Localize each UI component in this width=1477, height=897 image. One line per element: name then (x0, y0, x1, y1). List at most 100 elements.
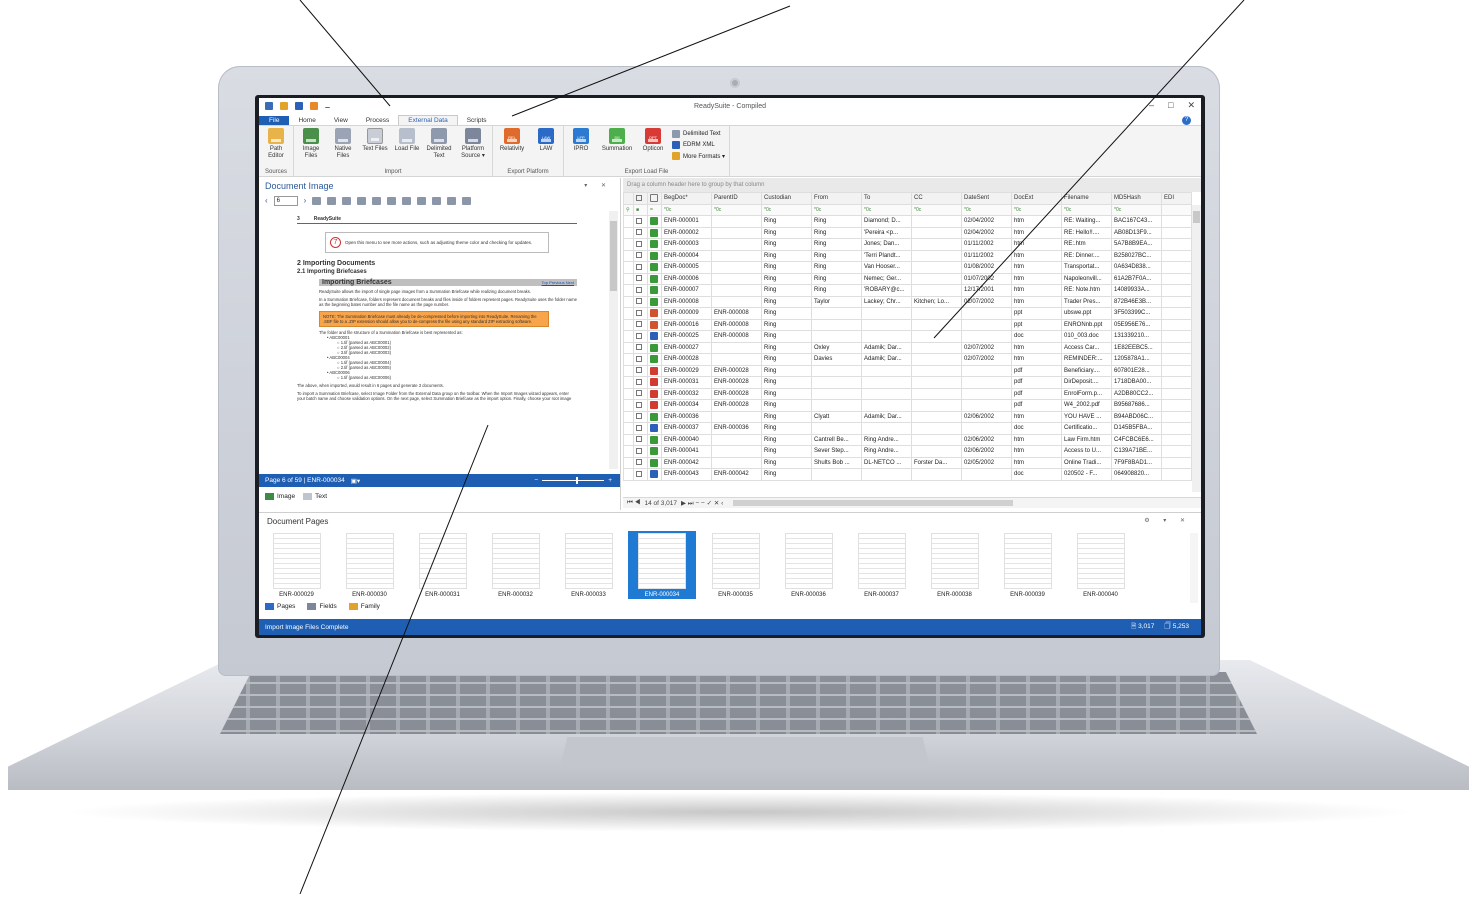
row-checkbox[interactable] (636, 240, 642, 247)
table-cell[interactable]: C4FCBC6E6... (1111, 433, 1162, 446)
table-cell[interactable]: Ring (761, 445, 812, 458)
table-row[interactable]: ENR-000042 Ring Shults Bob ... DL-NETCO ...… (623, 456, 1192, 469)
table-cell[interactable]: htm (1011, 226, 1062, 239)
table-cell[interactable] (1161, 353, 1192, 366)
table-cell[interactable]: ENR-000027 (661, 341, 712, 354)
table-cell[interactable]: Law Firm.htm (1061, 433, 1112, 446)
nav-next-last[interactable]: ▶ ⏭ − − ✓ ✕ ‹ (681, 499, 723, 508)
table-row[interactable]: ENR-000029 ENR-000028 Ring pdf Beneficiary..… (623, 364, 1192, 377)
table-cell[interactable]: 064908820... (1111, 468, 1162, 481)
table-row[interactable]: ENR-000008 Ring Taylor Lackey; Chr... Kitche… (623, 295, 1192, 308)
table-cell[interactable]: DirDeposit.... (1061, 376, 1112, 389)
row-checkbox[interactable] (636, 401, 642, 408)
table-cell[interactable]: doc (1011, 330, 1062, 343)
table-cell[interactable]: 14089933A... (1111, 284, 1162, 297)
table-cell[interactable]: 12/17/2001 (961, 284, 1012, 297)
row-checkbox-cell[interactable] (633, 238, 648, 251)
table-cell[interactable]: Nemec; Ger... (861, 272, 912, 285)
text-files-button[interactable]: Text Files (362, 128, 388, 169)
filter-cell[interactable]: *0c (711, 203, 762, 216)
table-cell[interactable] (1161, 307, 1192, 320)
table-cell[interactable]: ENR-000040 (661, 433, 712, 446)
copy-icon[interactable]: ▣▾ (351, 477, 360, 485)
table-cell[interactable]: Ring (761, 468, 812, 481)
table-cell[interactable]: RE: Waiting... (1061, 215, 1112, 228)
table-cell[interactable] (711, 456, 762, 469)
tab-pages[interactable]: Pages (265, 603, 295, 610)
select-all-checkbox[interactable] (636, 194, 642, 201)
row-checkbox-cell[interactable] (633, 353, 648, 366)
table-cell[interactable]: 02/06/2002 (961, 433, 1012, 446)
row-checkbox[interactable] (636, 470, 642, 477)
zoom-slider[interactable]: − + (534, 477, 612, 484)
close-button[interactable]: ✕ (1187, 100, 1195, 111)
table-cell[interactable] (711, 353, 762, 366)
table-cell[interactable]: 05E956E76... (1111, 318, 1162, 331)
table-cell[interactable]: 1E82EEBC5... (1111, 341, 1162, 354)
table-cell[interactable] (911, 410, 962, 423)
row-checkbox-cell[interactable] (633, 249, 648, 262)
table-cell[interactable]: 'Terri Plandt... (861, 249, 912, 262)
table-cell[interactable]: ppt (1011, 318, 1062, 331)
document-image-view[interactable]: 3 ReadySuite 7 Open this menu to see mor… (261, 211, 606, 469)
table-cell[interactable]: ENR-000009 (661, 307, 712, 320)
table-cell[interactable]: 02/07/2002 (961, 353, 1012, 366)
help-icon[interactable]: ? (1182, 116, 1191, 125)
table-cell[interactable]: ENR-000005 (661, 261, 712, 274)
filter-cell[interactable]: *0c (861, 203, 912, 216)
group-by-bar[interactable]: Drag a column header here to group by th… (623, 178, 1201, 192)
table-cell[interactable] (1161, 272, 1192, 285)
summation-button[interactable]: DII Summation (600, 128, 634, 169)
table-cell[interactable] (711, 238, 762, 251)
table-cell[interactable]: Ring Andre... (861, 445, 912, 458)
table-cell[interactable]: 607801E28... (1111, 364, 1162, 377)
table-cell[interactable]: Kitchen; Lo... (911, 295, 962, 308)
table-row[interactable]: ENR-000001 Ring Ring Diamond; D... 02/04/200… (623, 215, 1192, 228)
table-cell[interactable] (1161, 295, 1192, 308)
filter-cell[interactable]: *0c (761, 203, 812, 216)
row-checkbox-cell[interactable] (633, 433, 648, 446)
image-files-button[interactable]: Image Files (298, 128, 324, 169)
table-cell[interactable] (911, 399, 962, 412)
table-cell[interactable] (1161, 433, 1192, 446)
table-cell[interactable]: Ring (761, 410, 812, 423)
table-cell[interactable]: ENR-000028 (711, 399, 762, 412)
table-cell[interactable]: htm (1011, 410, 1062, 423)
table-cell[interactable]: pdf (1011, 399, 1062, 412)
fit-width-icon[interactable] (387, 196, 397, 205)
page-thumbnail[interactable]: ENR-000038 (927, 533, 982, 599)
table-cell[interactable]: D145B5FBA... (1111, 422, 1162, 435)
table-cell[interactable] (711, 433, 762, 446)
table-cell[interactable]: 3F503399C... (1111, 307, 1162, 320)
pages-pane-controls[interactable]: ⚙ ▾ ✕ (1144, 517, 1191, 529)
grid-scroll-thumb[interactable] (1193, 211, 1200, 223)
table-cell[interactable] (711, 261, 762, 274)
relativity-button[interactable]: REL Relativity (497, 128, 527, 169)
filter-cell[interactable]: *0c (911, 203, 962, 216)
page-thumbnail[interactable]: ENR-000032 (488, 533, 543, 599)
table-row[interactable]: ENR-000041 Ring Sever Step... Ring Andre...… (623, 445, 1192, 458)
table-cell[interactable] (711, 249, 762, 262)
table-cell[interactable]: ENR-000008 (711, 307, 762, 320)
table-cell[interactable]: Oxley (811, 341, 862, 354)
table-row[interactable]: ENR-000016 ENR-000008 Ring ppt ENRONnb.ppt 05… (623, 318, 1192, 331)
table-cell[interactable]: Ring (761, 249, 812, 262)
filter-cell[interactable]: *0c (1111, 203, 1162, 216)
table-cell[interactable] (961, 387, 1012, 400)
table-cell[interactable]: 1205878A1... (1111, 353, 1162, 366)
table-cell[interactable]: DL-NETCO ... (861, 456, 912, 469)
table-cell[interactable] (811, 399, 862, 412)
table-cell[interactable]: ENR-000034 (661, 399, 712, 412)
table-cell[interactable]: Adamik; Dar... (861, 410, 912, 423)
table-cell[interactable]: 010_003.doc (1061, 330, 1112, 343)
table-cell[interactable]: Ring (761, 399, 812, 412)
table-cell[interactable]: htm (1011, 215, 1062, 228)
column-header[interactable]: BegDoc* (661, 192, 712, 205)
table-cell[interactable]: ENR-000007 (661, 284, 712, 297)
row-checkbox[interactable] (636, 413, 642, 420)
tab-fields[interactable]: Fields (307, 603, 337, 610)
table-row[interactable]: ENR-000006 Ring Ring Nemec; Ger... 01/07/200… (623, 272, 1192, 285)
filter-cell[interactable]: ■ (633, 203, 648, 216)
table-cell[interactable]: 02/04/2002 (961, 226, 1012, 239)
table-cell[interactable] (811, 307, 862, 320)
